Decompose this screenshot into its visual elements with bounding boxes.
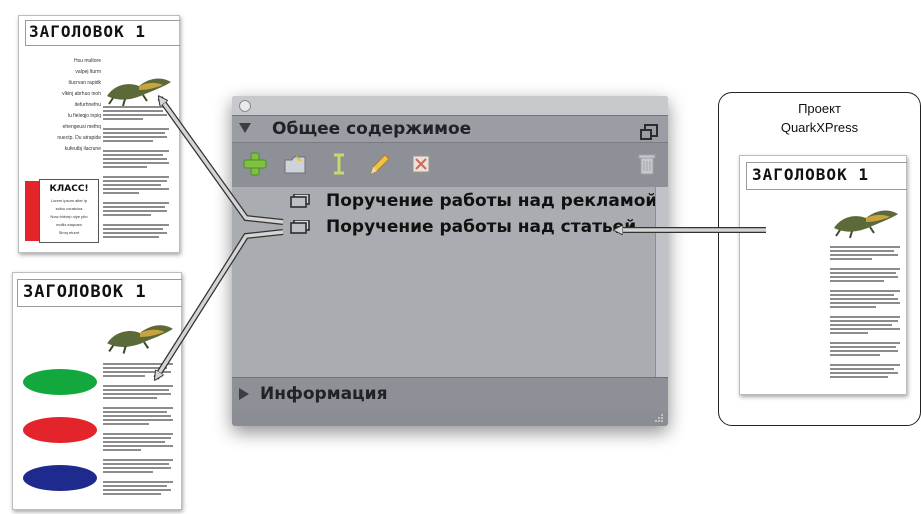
connector-arrows (153, 0, 766, 514)
arrow-to-bottom-document (153, 229, 284, 378)
arrow-to-top-document (157, 98, 284, 225)
